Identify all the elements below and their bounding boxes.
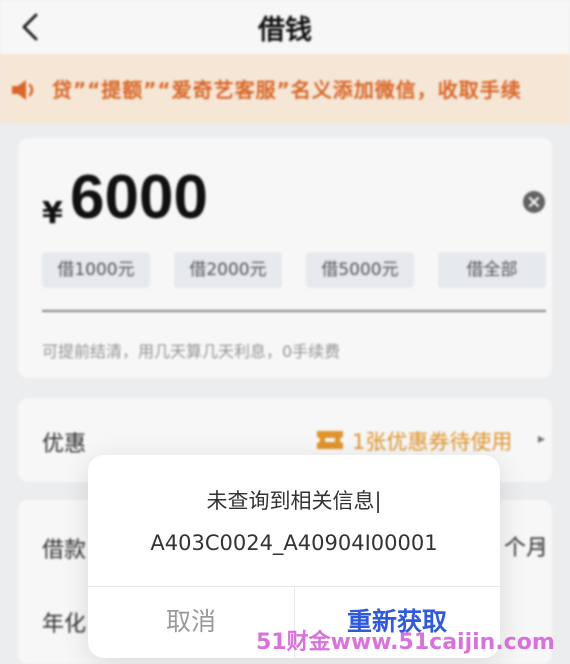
dialog-message: 未查询到相关信息| (206, 489, 382, 513)
error-code: A403C0024_A40904I00001 (150, 531, 438, 555)
watermark: 51财金www.51caijin.com (256, 630, 555, 655)
